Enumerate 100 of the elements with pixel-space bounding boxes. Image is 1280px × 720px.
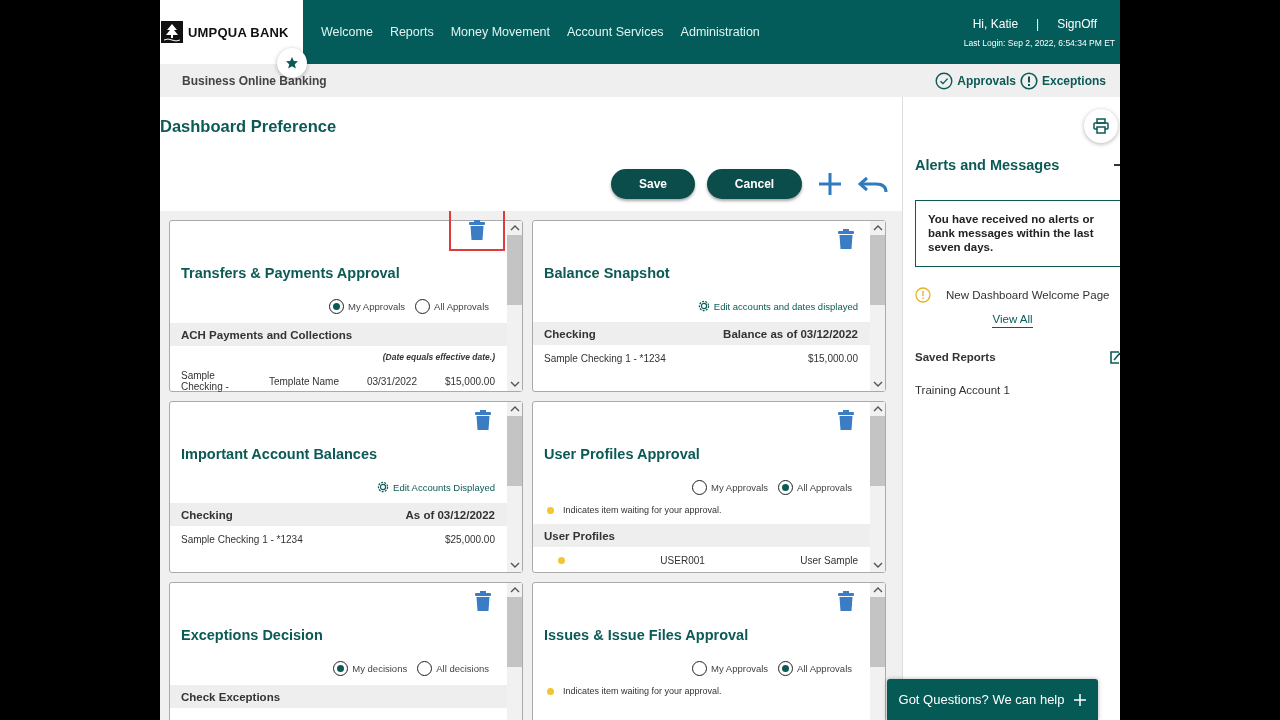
radio-label: All Approvals <box>434 301 489 312</box>
last-login-text: Last Login: Sep 2, 2022, 6:54:34 PM ET <box>963 37 1115 48</box>
action-button[interactable]: Save <box>611 169 695 199</box>
table-cell: 03/31/2022 <box>366 375 417 387</box>
trash-icon <box>475 591 491 611</box>
table-cell: User Sample <box>800 555 858 566</box>
nav-link[interactable]: Administration <box>680 25 760 39</box>
radio-label: My Approvals <box>711 663 769 674</box>
edit-link[interactable]: Edit Accounts Displayed <box>376 480 495 494</box>
caret-down-icon <box>872 562 883 568</box>
radio-label: All Approvals <box>797 482 852 493</box>
notice-link[interactable]: New Dashboard Welcome Page <box>946 289 1110 301</box>
table-cell: $25,000.00 <box>444 534 495 545</box>
edit-icon[interactable] <box>1110 350 1120 364</box>
radio-label: My decisions <box>352 663 408 674</box>
caret-up-icon <box>509 406 520 412</box>
section-title: Saved Reports <box>915 351 996 363</box>
table-cell: Sample Checking 1 - *1234 <box>544 353 666 364</box>
trash-icon <box>838 410 854 430</box>
widget-title: Important Account Balances <box>180 446 379 462</box>
scrollbar[interactable] <box>870 402 885 572</box>
help-chat-button[interactable]: Got Questions? We can help <box>887 679 1098 720</box>
trash-icon <box>475 410 491 430</box>
widget-title: Transfers & Payments Approval <box>180 265 401 281</box>
user-greeting: Hi, Katie <box>972 16 1019 31</box>
widget-title: User Profiles Approval <box>543 446 701 462</box>
gear-icon <box>696 299 711 313</box>
delete-button[interactable] <box>449 211 505 251</box>
legend-text: Indicates item waiting for your approval. <box>563 686 722 696</box>
panel-title: Alerts and Messages <box>915 157 1060 173</box>
print-button[interactable] <box>1084 109 1118 143</box>
widget-title: Issues & Issue Files Approval <box>543 627 750 643</box>
column-header: User Profiles <box>544 530 615 542</box>
column-header: As of 03/12/2022 <box>405 509 495 521</box>
caret-down-icon <box>872 381 883 387</box>
printer-icon <box>1093 118 1109 134</box>
star-icon <box>285 56 299 70</box>
undo-button[interactable] <box>858 175 888 193</box>
trash-icon <box>838 591 854 611</box>
column-header: Balance as of 03/12/2022 <box>723 328 858 340</box>
column-header: Checking <box>544 328 596 340</box>
scrollbar[interactable] <box>507 402 522 572</box>
radio-label: All Approvals <box>797 663 852 674</box>
page-title: Dashboard Preference <box>160 117 338 137</box>
column-header: Check Exceptions <box>181 691 281 703</box>
favorite-button[interactable] <box>277 48 307 78</box>
radio-label: My Approvals <box>711 482 769 493</box>
check-circle-icon <box>935 71 954 90</box>
scrollbar[interactable] <box>870 583 885 720</box>
widget-title: Balance Snapshot <box>543 265 671 281</box>
table-cell: Sample Checking 1 - *1234 <box>181 534 303 545</box>
action-button[interactable]: Cancel <box>707 169 802 199</box>
caret-up-icon <box>872 406 883 412</box>
trash-icon <box>838 229 854 249</box>
nav-link[interactable]: Welcome <box>321 25 373 39</box>
table-cell: $15,000.00 <box>807 353 858 364</box>
message-box: You have received no alerts or bank messages within the last seven days. <box>915 200 1120 267</box>
caret-up-icon <box>509 225 520 231</box>
table-cell-text: Sample Checking - <box>181 370 230 392</box>
plus-icon <box>1074 693 1087 706</box>
caret-up-icon <box>872 225 883 231</box>
caret-up-icon <box>872 587 883 593</box>
table-cell: Template Name <box>268 375 339 387</box>
bank-logo-text: UMPQUA BANK <box>188 24 289 40</box>
table-cell: $15,000.00 <box>444 375 495 387</box>
scrollbar[interactable] <box>507 221 522 391</box>
nav-link[interactable]: Money Movement <box>450 25 550 39</box>
nav-link[interactable]: Reports <box>389 25 434 39</box>
pending-dot-icon <box>547 506 554 514</box>
column-header: Checking <box>181 509 233 521</box>
scrollbar[interactable] <box>507 583 522 720</box>
table-note: (Date equals effective date.) <box>381 351 496 362</box>
pending-dot-icon <box>547 687 554 695</box>
exclamation-circle-icon <box>915 287 931 303</box>
header-link[interactable]: Exceptions <box>1019 71 1106 90</box>
scrollbar[interactable] <box>870 221 885 391</box>
caret-down-icon <box>509 381 520 387</box>
table-cell: USER001 <box>660 555 705 566</box>
edit-link[interactable]: Edit accounts and dates displayed <box>696 299 858 313</box>
site-title: Business Online Banking <box>182 73 327 88</box>
minimize-icon[interactable] <box>1114 163 1120 167</box>
widget-title: Exceptions Decision <box>180 627 324 643</box>
nav-link[interactable]: Account Services <box>567 25 664 39</box>
legend-text: Indicates item waiting for your approval. <box>563 505 722 515</box>
saved-report-link[interactable]: Training Account 1 <box>915 384 1120 396</box>
gear-icon <box>376 480 391 494</box>
caret-down-icon <box>509 562 520 568</box>
add-widget-button[interactable] <box>818 172 842 196</box>
signoff-link[interactable]: SignOff <box>1057 16 1097 31</box>
caret-up-icon <box>509 587 520 593</box>
separator: | <box>1036 16 1040 31</box>
radio-label: All decisions <box>436 663 489 674</box>
undo-arrow-icon <box>858 175 888 193</box>
view-all-link[interactable]: View All <box>992 313 1033 328</box>
radio-label: My Approvals <box>348 301 406 312</box>
header-link[interactable]: Approvals <box>935 71 1016 90</box>
plus-icon <box>818 172 842 196</box>
column-header: ACH Payments and Collections <box>181 329 353 341</box>
exclamation-circle-icon <box>1019 71 1038 90</box>
trash-icon <box>469 220 485 240</box>
